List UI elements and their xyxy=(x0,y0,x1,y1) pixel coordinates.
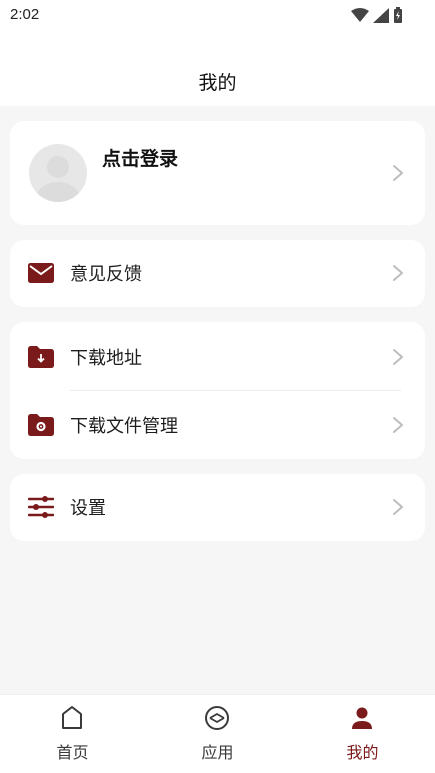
folder-download-icon xyxy=(28,344,54,370)
cellular-signal-icon xyxy=(373,7,389,23)
folder-settings-icon xyxy=(28,412,54,438)
chevron-right-icon xyxy=(393,499,403,515)
status-time: 2:02 xyxy=(10,6,40,23)
settings-card: 设置 xyxy=(10,474,425,541)
feedback-card: 意见反馈 xyxy=(10,240,425,307)
tab-label: 首页 xyxy=(56,743,89,762)
avatar xyxy=(29,144,87,202)
menu-item-label: 下载地址 xyxy=(70,348,142,369)
home-icon xyxy=(62,706,82,729)
wifi-icon xyxy=(351,8,369,22)
tab-label: 应用 xyxy=(201,743,234,762)
status-icons xyxy=(351,7,403,23)
default-avatar-icon xyxy=(36,156,80,202)
menu-item-label: 意见反馈 xyxy=(70,264,142,285)
tab-profile[interactable]: 我的 xyxy=(290,695,435,773)
header: 我的 xyxy=(0,30,435,106)
apps-icon xyxy=(205,706,229,730)
profile-icon xyxy=(352,707,372,729)
tab-label: 我的 xyxy=(346,743,379,762)
chevron-right-icon xyxy=(393,349,403,365)
login-label[interactable]: 点击登录 xyxy=(102,144,178,171)
tab-home[interactable]: 首页 xyxy=(0,695,145,773)
sliders-icon xyxy=(28,494,54,520)
download-card: 下载地址 下载文件管理 xyxy=(10,322,425,459)
chevron-right-icon xyxy=(393,165,403,181)
chevron-right-icon xyxy=(393,417,403,433)
chevron-right-icon xyxy=(393,265,403,281)
menu-item-download-manage[interactable]: 下载文件管理 xyxy=(10,392,425,458)
divider xyxy=(70,390,401,391)
profile-card[interactable]: 点击登录 xyxy=(10,121,425,225)
bottom-tab-bar: 首页 应用 我的 xyxy=(0,694,435,773)
menu-item-label: 下载文件管理 xyxy=(70,416,178,437)
menu-item-download-address[interactable]: 下载地址 xyxy=(10,324,425,390)
tab-apps[interactable]: 应用 xyxy=(145,695,290,773)
menu-item-settings[interactable]: 设置 xyxy=(10,474,425,540)
battery-icon xyxy=(394,7,402,23)
menu-item-feedback[interactable]: 意见反馈 xyxy=(10,240,425,306)
page-title: 我的 xyxy=(198,72,237,94)
status-bar: 2:02 xyxy=(0,0,435,30)
mail-icon xyxy=(28,260,54,286)
menu-item-label: 设置 xyxy=(70,498,106,519)
